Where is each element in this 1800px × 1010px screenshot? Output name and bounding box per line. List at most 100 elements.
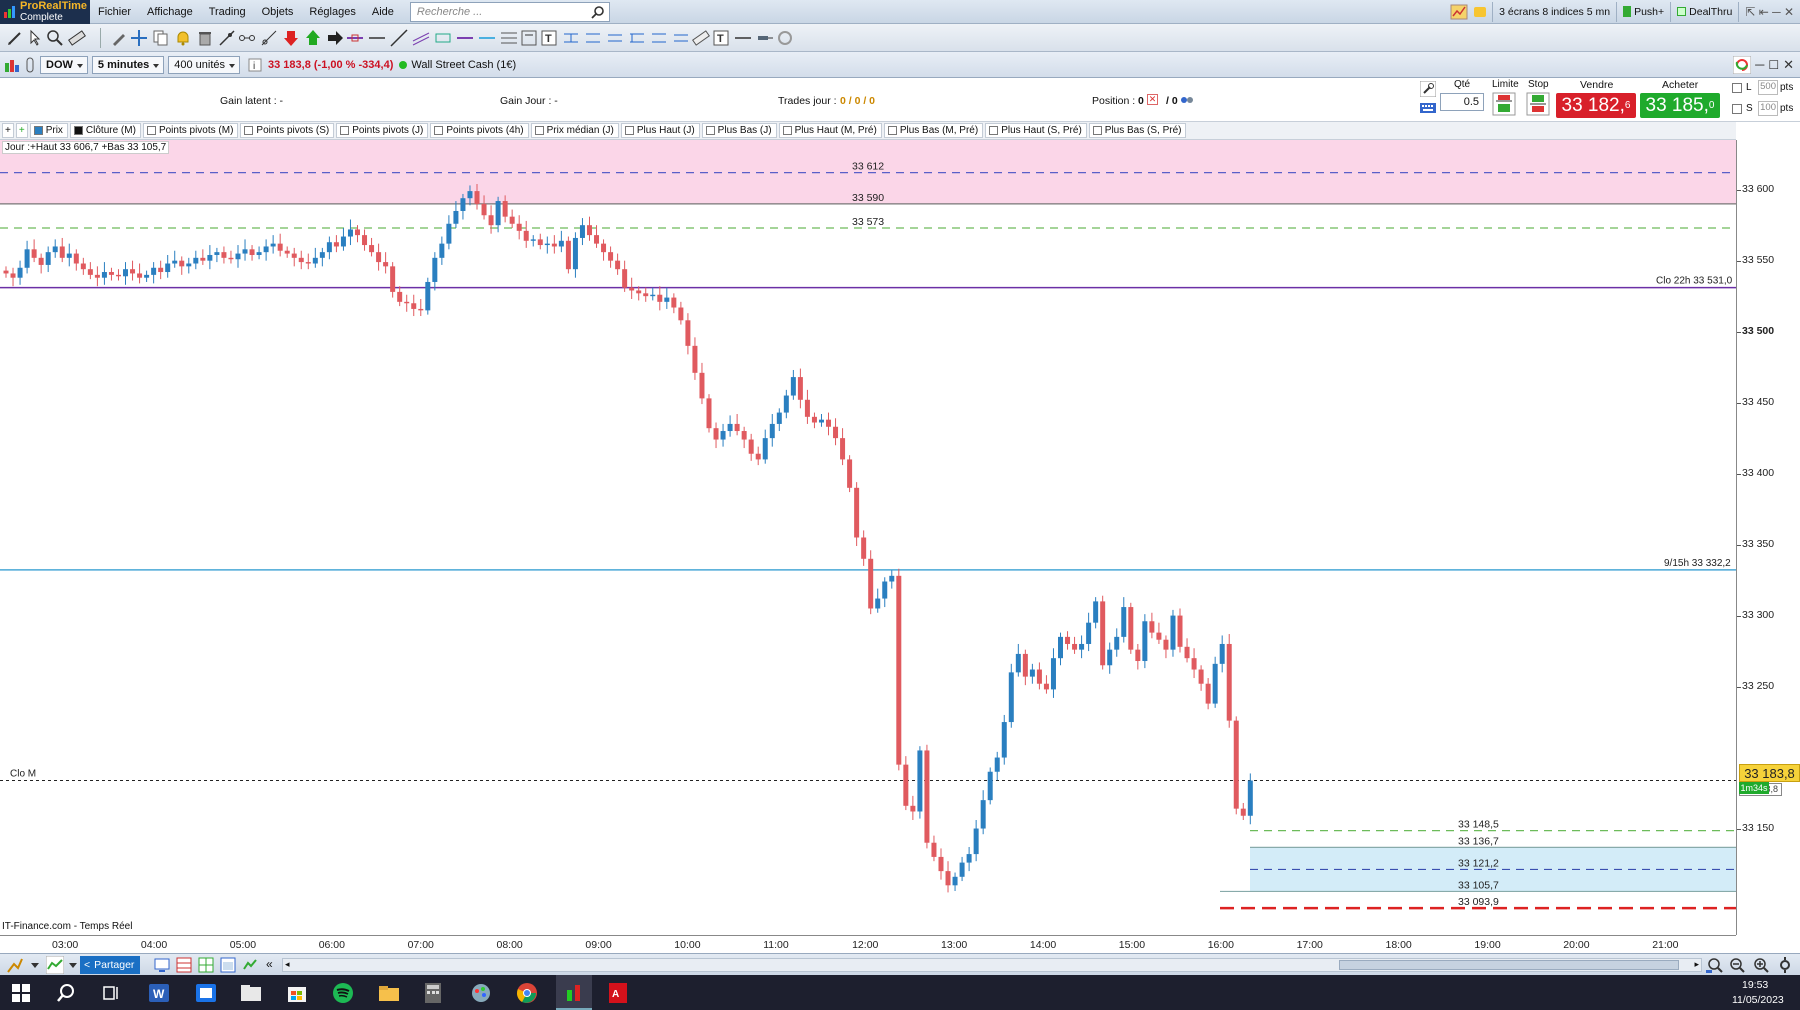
search-icon[interactable] — [591, 5, 605, 19]
zoom-out-icon[interactable] — [1728, 956, 1746, 974]
share-button[interactable]: < Partager — [80, 956, 141, 974]
pencil-icon[interactable] — [6, 29, 24, 47]
indicator-toggle[interactable]: Points pivots (M) — [142, 123, 239, 138]
indicator-checkbox[interactable] — [887, 126, 897, 135]
range4-icon[interactable] — [628, 29, 646, 47]
taskbar-search-icon[interactable] — [56, 983, 76, 1003]
indicator-toggle[interactable]: Clôture (M) — [69, 123, 141, 138]
arrow-down-icon[interactable] — [282, 29, 300, 47]
chart-type-dropdown-icon[interactable] — [68, 958, 78, 972]
scroll-right-icon[interactable]: ▸ — [1694, 959, 1699, 970]
chart-settings-icon[interactable] — [1776, 956, 1794, 974]
line-tool-icon[interactable] — [218, 29, 236, 47]
keyboard-icon[interactable] — [1420, 100, 1436, 116]
sell-button[interactable]: 33 182, 6 — [1556, 93, 1636, 118]
menu-reglages[interactable]: Réglages — [301, 6, 363, 18]
indicator-checkbox[interactable] — [782, 126, 792, 135]
text-icon[interactable]: T — [540, 29, 558, 47]
price-axis[interactable]: 33 600 33 550 33 500 33 450 33 400 33 350 33 3… — [1736, 140, 1800, 935]
ruler-icon[interactable] — [68, 29, 86, 47]
hline-tool-icon[interactable] — [346, 29, 364, 47]
s-checkbox[interactable] — [1732, 104, 1742, 114]
indicator-checkbox[interactable] — [534, 126, 544, 135]
prorealtime-taskbar-button[interactable] — [556, 975, 592, 1010]
indicator-toggle[interactable]: Points pivots (S) — [240, 123, 335, 138]
indicator-checkbox[interactable] — [146, 126, 156, 135]
bell-icon[interactable] — [174, 29, 192, 47]
menu-affichage[interactable]: Affichage — [139, 6, 201, 18]
app-blue-icon[interactable] — [195, 983, 217, 1003]
minimize-icon[interactable]: ─ — [1755, 57, 1764, 72]
scrollbar-thumb[interactable] — [1339, 960, 1679, 970]
qte-input[interactable]: 0.5 — [1440, 93, 1484, 111]
window-icon[interactable] — [220, 957, 236, 973]
wrench-icon[interactable] — [1420, 81, 1436, 97]
screens-indicator[interactable]: 3 écrans 8 indices 5 mn — [1492, 1, 1616, 22]
folder-icon[interactable] — [378, 983, 400, 1003]
blue-line-icon[interactable] — [478, 29, 496, 47]
horizontal-scrollbar[interactable]: ◂ ▸ — [282, 958, 1702, 972]
file-explorer-icon[interactable] — [240, 983, 262, 1003]
scanner-icon[interactable] — [242, 957, 258, 973]
l-checkbox[interactable] — [1732, 83, 1742, 93]
indicator-checkbox[interactable] — [989, 126, 999, 135]
add-green-button[interactable]: + — [15, 123, 28, 138]
dealthru[interactable]: DealThru — [1670, 1, 1738, 22]
push-plus[interactable]: Push+ — [1616, 1, 1670, 22]
indicator-toggle[interactable]: Plus Bas (J) — [701, 123, 777, 138]
timeframe-select[interactable]: 5 minutes — [91, 55, 165, 74]
pdf-reader-icon[interactable]: A — [608, 982, 628, 1004]
add-indicator-button[interactable]: + — [2, 123, 14, 138]
hline-icon[interactable] — [368, 29, 386, 47]
word-app-icon[interactable]: W — [148, 983, 170, 1003]
fibonacci-icon[interactable] — [500, 29, 518, 47]
dropdown-icon[interactable] — [30, 958, 40, 972]
ray-icon[interactable] — [260, 29, 278, 47]
chart-canvas[interactable]: 33 612 33 590 33 573 33 148,5 33 136,7 33 121… — [0, 140, 1736, 935]
purple-line-icon[interactable] — [456, 29, 474, 47]
indicator-toggle[interactable]: Prix — [29, 123, 68, 138]
window-controls[interactable]: ⇱ ⇤ ─ ✕ — [1738, 1, 1800, 22]
signal-icon[interactable] — [756, 29, 774, 47]
settings-icon[interactable] — [1180, 94, 1194, 106]
chart-type-icon[interactable] — [46, 956, 64, 974]
move-icon[interactable] — [130, 29, 148, 47]
collapse-left-icon[interactable]: « — [266, 957, 273, 971]
store-icon[interactable] — [286, 983, 308, 1003]
screen-icon[interactable] — [154, 957, 170, 973]
menu-fichier[interactable]: Fichier — [90, 6, 139, 18]
maximize-icon[interactable]: ☐ — [1768, 58, 1779, 72]
calculator-icon[interactable] — [424, 982, 442, 1004]
layers-icon[interactable] — [776, 29, 794, 47]
arrow-right-icon[interactable] — [326, 29, 344, 47]
indicator-checkbox[interactable] — [705, 126, 715, 135]
indicator-checkbox[interactable] — [33, 126, 43, 135]
copy-icon[interactable] — [152, 29, 170, 47]
position-close-icon[interactable]: ✕ — [1147, 94, 1158, 105]
indicator-toggle[interactable]: Plus Bas (S, Pré) — [1088, 123, 1187, 138]
windows-start-icon[interactable] — [12, 984, 30, 1002]
indicator-toggle[interactable]: Prix médian (J) — [530, 123, 619, 138]
s-input[interactable]: 100 — [1758, 101, 1778, 116]
range5-icon[interactable] — [650, 29, 668, 47]
link-icon[interactable] — [24, 57, 36, 73]
dash-line-icon[interactable] — [734, 29, 752, 47]
segment-icon[interactable] — [238, 29, 256, 47]
paint-icon[interactable] — [470, 982, 492, 1004]
range-icon[interactable] — [562, 29, 580, 47]
price-chart[interactable]: 33 612 33 590 33 573 33 148,5 33 136,7 33 121… — [0, 140, 1736, 935]
indicator-toggle[interactable]: Plus Haut (J) — [620, 123, 700, 138]
buy-button[interactable]: 33 185, 0 — [1640, 93, 1720, 118]
limite-order-icon[interactable] — [1492, 92, 1516, 116]
trash-icon[interactable] — [196, 29, 214, 47]
chrome-icon[interactable] — [516, 982, 538, 1004]
table-icon[interactable] — [176, 957, 192, 973]
search-input[interactable]: Recherche ... — [409, 1, 610, 22]
indicator-toggle[interactable]: Points pivots (4h) — [430, 123, 529, 138]
indicator-checkbox[interactable] — [434, 126, 444, 135]
indicator-toggle[interactable]: Plus Haut (S, Pré) — [985, 123, 1087, 138]
channel-icon[interactable] — [412, 29, 430, 47]
indicator-toggle[interactable]: Plus Haut (M, Pré) — [778, 123, 882, 138]
task-view-icon[interactable] — [102, 984, 120, 1002]
range2-icon[interactable] — [584, 29, 602, 47]
